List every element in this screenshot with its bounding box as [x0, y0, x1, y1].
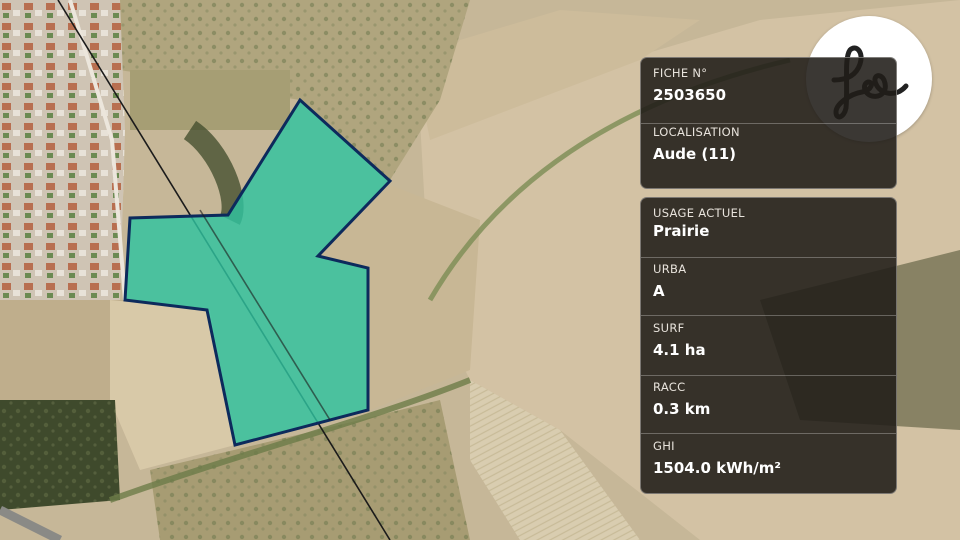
- usage-label: USAGE ACTUEL: [653, 206, 745, 220]
- surf-value: 4.1 ha: [653, 341, 706, 359]
- localisation-field: LOCALISATION Aude (11): [641, 125, 896, 163]
- racc-field: RACC 0.3 km: [641, 380, 896, 418]
- localisation-value: Aude (11): [653, 145, 737, 163]
- fiche-label: FICHE N°: [653, 66, 708, 80]
- village: [0, 0, 125, 300]
- usage-value: Prairie: [653, 222, 710, 240]
- field-southwest: [0, 300, 125, 400]
- localisation-label: LOCALISATION: [653, 125, 740, 139]
- ghi-value: 1504.0 kWh/m²: [653, 459, 781, 477]
- divider: [641, 433, 896, 434]
- info-card-identity: FICHE N° 2503650 LOCALISATION Aude (11): [640, 57, 897, 189]
- vineyard-north: [130, 70, 290, 130]
- divider: [641, 375, 896, 376]
- fiche-field: FICHE N° 2503650: [641, 66, 896, 104]
- ghi-field: GHI 1504.0 kWh/m²: [641, 439, 896, 477]
- ghi-label: GHI: [653, 439, 675, 453]
- urba-value: A: [653, 282, 665, 300]
- racc-label: RACC: [653, 380, 686, 394]
- usage-field: USAGE ACTUEL Prairie: [641, 206, 896, 240]
- urba-label: URBA: [653, 262, 687, 276]
- divider: [641, 257, 896, 258]
- fiche-value: 2503650: [653, 86, 727, 104]
- surf-label: SURF: [653, 321, 685, 335]
- divider: [641, 123, 896, 124]
- divider: [641, 315, 896, 316]
- surf-field: SURF 4.1 ha: [641, 321, 896, 359]
- info-card-details: USAGE ACTUEL Prairie URBA A SURF 4.1 ha …: [640, 197, 897, 494]
- racc-value: 0.3 km: [653, 400, 711, 418]
- urba-field: URBA A: [641, 262, 896, 300]
